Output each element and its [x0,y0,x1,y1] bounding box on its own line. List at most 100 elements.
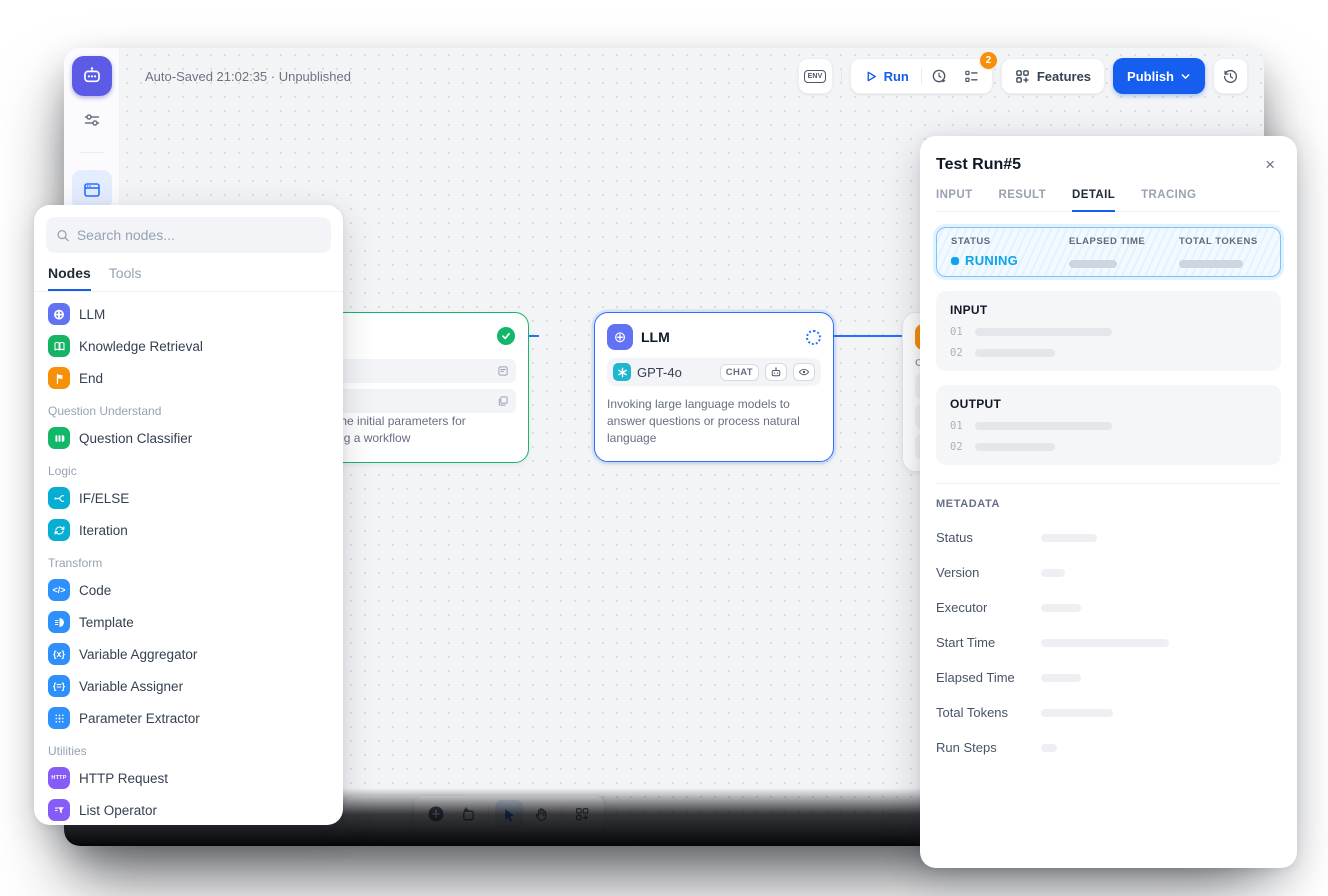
node-item-iteration[interactable]: Iteration [42,514,335,546]
features-button[interactable]: Features [1001,58,1105,94]
tab-tools[interactable]: Tools [109,265,142,291]
chat-mode-badge: CHAT [720,364,759,381]
edge-llm-end [834,335,902,337]
node-item-question-classifier[interactable]: Question Classifier [42,422,335,454]
skeleton-bar [975,422,1112,430]
meta-row-run-steps: Run Steps [936,740,1281,755]
version-history-button[interactable] [1213,58,1248,94]
top-toolbar: ENV Run 2 Features [798,58,1248,94]
llm-node[interactable]: ⊕ LLM GPT-4o CHAT I [594,312,834,462]
node-item-variable-assigner[interactable]: {=} Variable Assigner [42,670,335,702]
organize-icon [574,806,590,822]
skeleton-bar [1041,534,1097,542]
plus-circle-icon [427,805,445,823]
sliders-icon[interactable] [82,110,102,130]
node-item-template[interactable]: Template [42,606,335,638]
autosave-status: Auto-Saved 21:02:35 · Unpublished [145,69,351,84]
node-item-variable-aggregator[interactable]: {x} Variable Aggregator [42,638,335,670]
history-icon [1222,68,1239,85]
node-item-http-request[interactable]: HTTP HTTP Request [42,762,335,794]
branch-icon [48,487,70,509]
running-dot-icon [951,257,959,265]
status-value: RUNING [951,253,1069,268]
model-selector[interactable]: GPT-4o CHAT [607,358,821,386]
organize-nodes-button[interactable] [568,800,596,828]
workflow-view-button[interactable] [72,170,112,210]
output-title: OUTPUT [950,397,1267,411]
parameter-extractor-icon [48,707,70,729]
search-box[interactable] [46,217,331,253]
skeleton-bar [1041,744,1057,752]
tab-nodes[interactable]: Nodes [48,265,91,291]
panel-title: Test Run#5 [936,156,1259,174]
tab-tracing[interactable]: TRACING [1141,189,1196,211]
notification-badge: 2 [980,52,997,69]
metadata-title: METADATA [936,498,1281,510]
add-note-button[interactable] [454,800,482,828]
elapsed-time-label: ELAPSED TIME [1069,236,1179,247]
workflow-app: Define the initial parameters for launch… [0,0,1328,896]
input-card: INPUT 01 02 [936,291,1281,371]
close-icon[interactable]: × [1259,154,1281,175]
classifier-icon [48,427,70,449]
search-input[interactable] [77,227,321,243]
publish-button[interactable]: Publish [1113,58,1205,94]
run-button[interactable]: Run [855,59,919,93]
node-item-knowledge-retrieval[interactable]: Knowledge Retrieval [42,330,335,362]
node-item-code[interactable]: </> Code [42,574,335,606]
window-icon [82,180,102,200]
skeleton-bar [1069,260,1117,268]
pointer-tool-button[interactable] [495,800,523,828]
tab-detail[interactable]: DETAIL [1072,189,1115,212]
node-item-parameter-extractor[interactable]: Parameter Extractor [42,702,335,734]
robot-badge-icon [765,363,787,381]
skeleton-bar [975,443,1055,451]
funnel-icon [48,799,70,821]
row-index: 02 [950,347,963,359]
run-history-time-button[interactable] [924,61,956,91]
flag-icon [48,367,70,389]
tab-input[interactable]: INPUT [936,189,973,211]
section-utilities: Utilities [42,734,335,762]
row-index: 01 [950,420,963,432]
llm-node-description: Invoking large language models to answer… [595,386,833,457]
llm-node-icon: ⊕ [607,324,633,350]
meta-row-start-time: Start Time [936,635,1281,650]
env-variables-button[interactable]: ENV [798,58,833,94]
output-card: OUTPUT 01 02 [936,385,1281,465]
node-item-if-else[interactable]: IF/ELSE [42,482,335,514]
skeleton-bar [1041,674,1081,682]
group-divider [921,68,922,84]
app-robot-icon[interactable] [72,56,112,96]
skeleton-bar [1041,639,1169,647]
total-tokens-label: TOTAL TOKENS [1179,236,1266,247]
section-logic: Logic [42,454,335,482]
hand-tool-button[interactable] [527,800,555,828]
pointer-icon [502,807,517,822]
node-item-end[interactable]: End [42,362,335,394]
toolbar-divider [841,69,842,83]
add-node-button[interactable] [422,800,450,828]
toolbar-divider [561,806,562,822]
section-divider [936,483,1281,484]
skeleton-bar [1041,709,1113,717]
code-icon: </> [48,579,70,601]
skeleton-bar [975,349,1055,357]
meta-row-elapsed-time: Elapsed Time [936,670,1281,685]
node-item-llm[interactable]: ⊕ LLM [42,298,335,330]
skeleton-bar [975,328,1112,336]
meta-row-executor: Executor [936,600,1281,615]
tab-result[interactable]: RESULT [999,189,1047,211]
run-tabs: INPUT RESULT DETAIL TRACING [936,189,1281,212]
meta-row-version: Version [936,565,1281,580]
model-name: GPT-4o [637,365,714,380]
variable-assigner-icon: {=} [48,675,70,697]
llm-icon: ⊕ [48,303,70,325]
node-item-list-operator[interactable]: List Operator [42,794,335,825]
features-icon [1015,69,1030,84]
toolbar-divider [488,806,489,822]
publish-label: Publish [1127,69,1174,84]
play-icon [865,70,878,83]
running-spinner-icon [806,330,821,345]
vision-eye-icon [793,363,815,381]
